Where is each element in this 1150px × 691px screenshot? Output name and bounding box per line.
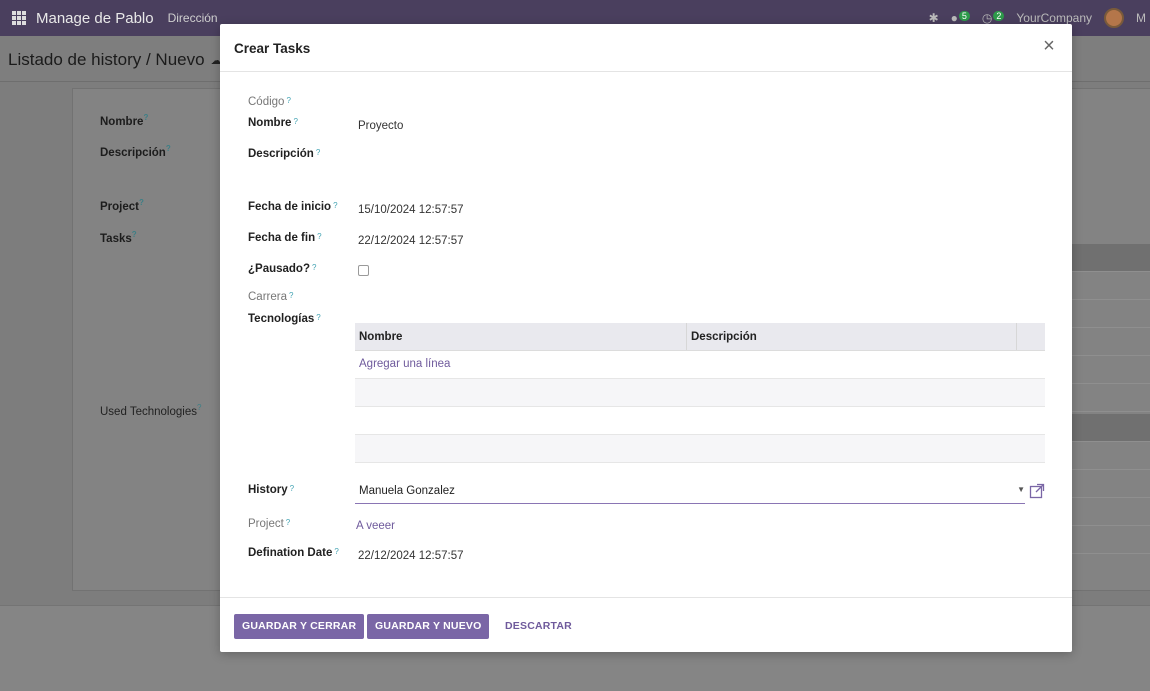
field-label-defination-date: Defination Date? [248,547,339,559]
bg-table-row [1072,300,1150,328]
table-row [355,379,1045,407]
bg-label-nombre: Nombre? [100,113,149,128]
bg-table-row [1072,470,1150,498]
tecnologias-table: Nombre Descripción Agregar una línea [355,323,1045,463]
close-icon[interactable]: × [1040,36,1058,56]
messages-icon[interactable]: ● 5 [951,11,970,25]
messages-badge: 5 [958,11,970,21]
breadcrumb-text[interactable]: Listado de history / Nuevo [8,50,205,70]
project-link[interactable]: A veeer [356,520,395,532]
apps-menu-icon[interactable] [12,11,26,25]
bg-table-header [1072,244,1150,272]
field-label-pausado: ¿Pausado?? [248,263,317,275]
save-close-button[interactable]: GUARDAR Y CERRAR [234,614,365,639]
defination-date-value[interactable]: 22/12/2024 12:57:57 [358,550,464,562]
field-label-tecnologias: Tecnologías? [248,313,321,325]
dialog-header: Crear Tasks × [220,24,1072,72]
bg-label-project: Project? [100,198,144,213]
activities-badge: 2 [993,11,1005,21]
bg-label-used-technologies: Used Technologies? [100,403,202,418]
bg-table-row [1072,356,1150,384]
company-switcher[interactable]: YourCompany [1016,11,1092,25]
dialog-footer: GUARDAR Y CERRAR GUARDAR Y NUEVO DESCART… [220,597,1072,652]
column-header-descripcion[interactable]: Descripción [687,323,1017,350]
bg-table-row [1072,328,1150,356]
field-label-fecha-fin: Fecha de fin? [248,232,322,244]
field-label-history: History? [248,484,295,496]
app-brand[interactable]: Manage de Pablo [36,10,154,27]
bg-table-header [1072,414,1150,442]
field-label-nombre: Nombre? [248,117,298,129]
bg-label-descripcion: Descripción? [100,144,171,159]
add-line-link[interactable]: Agregar una línea [355,351,1045,370]
discard-button[interactable]: DESCARTAR [497,614,580,639]
bug-icon[interactable]: ✱ [929,11,939,25]
field-label-descripcion: Descripción? [248,148,321,160]
bg-table-row [1072,498,1150,526]
pausado-checkbox[interactable] [358,265,369,276]
fecha-fin-value[interactable]: 22/12/2024 12:57:57 [358,235,464,247]
nombre-value[interactable]: Proyecto [358,120,403,132]
column-header-nombre[interactable]: Nombre [355,323,687,350]
chevron-down-icon[interactable]: ▼ [1017,485,1025,494]
dialog-title: Crear Tasks [234,41,311,56]
create-tasks-dialog: Crear Tasks × Código? Nombre? Proyecto D… [220,24,1072,652]
table-row [355,407,1045,435]
field-label-fecha-inicio: Fecha de inicio? [248,201,338,213]
table-header: Nombre Descripción [355,323,1045,351]
table-row [355,435,1045,463]
table-row: Agregar una línea [355,351,1045,379]
bg-table-row [1072,526,1150,554]
history-value[interactable]: Manuela Gonzalez [359,485,455,497]
bg-table-row [1072,272,1150,300]
breadcrumb: Listado de history / Nuevo ☁ [8,50,222,70]
bg-table-row [1072,384,1150,412]
field-label-project: Project? [248,518,291,530]
menu-item-direccion[interactable]: Dirección [168,11,218,25]
user-avatar[interactable] [1104,8,1124,28]
field-label-carrera: Carrera? [248,291,294,303]
fecha-inicio-value[interactable]: 15/10/2024 12:57:57 [358,204,464,216]
field-label-codigo: Código? [248,96,291,108]
activities-icon[interactable]: ◷ 2 [982,11,1005,25]
external-link-icon[interactable] [1029,483,1045,499]
column-header-extra [1017,323,1045,350]
bg-label-tasks: Tasks? [100,230,137,245]
user-name[interactable]: M [1136,11,1146,25]
bg-table-row [1072,442,1150,470]
save-new-button[interactable]: GUARDAR Y NUEVO [367,614,490,639]
history-field[interactable]: Manuela Gonzalez ▼ [355,479,1025,504]
